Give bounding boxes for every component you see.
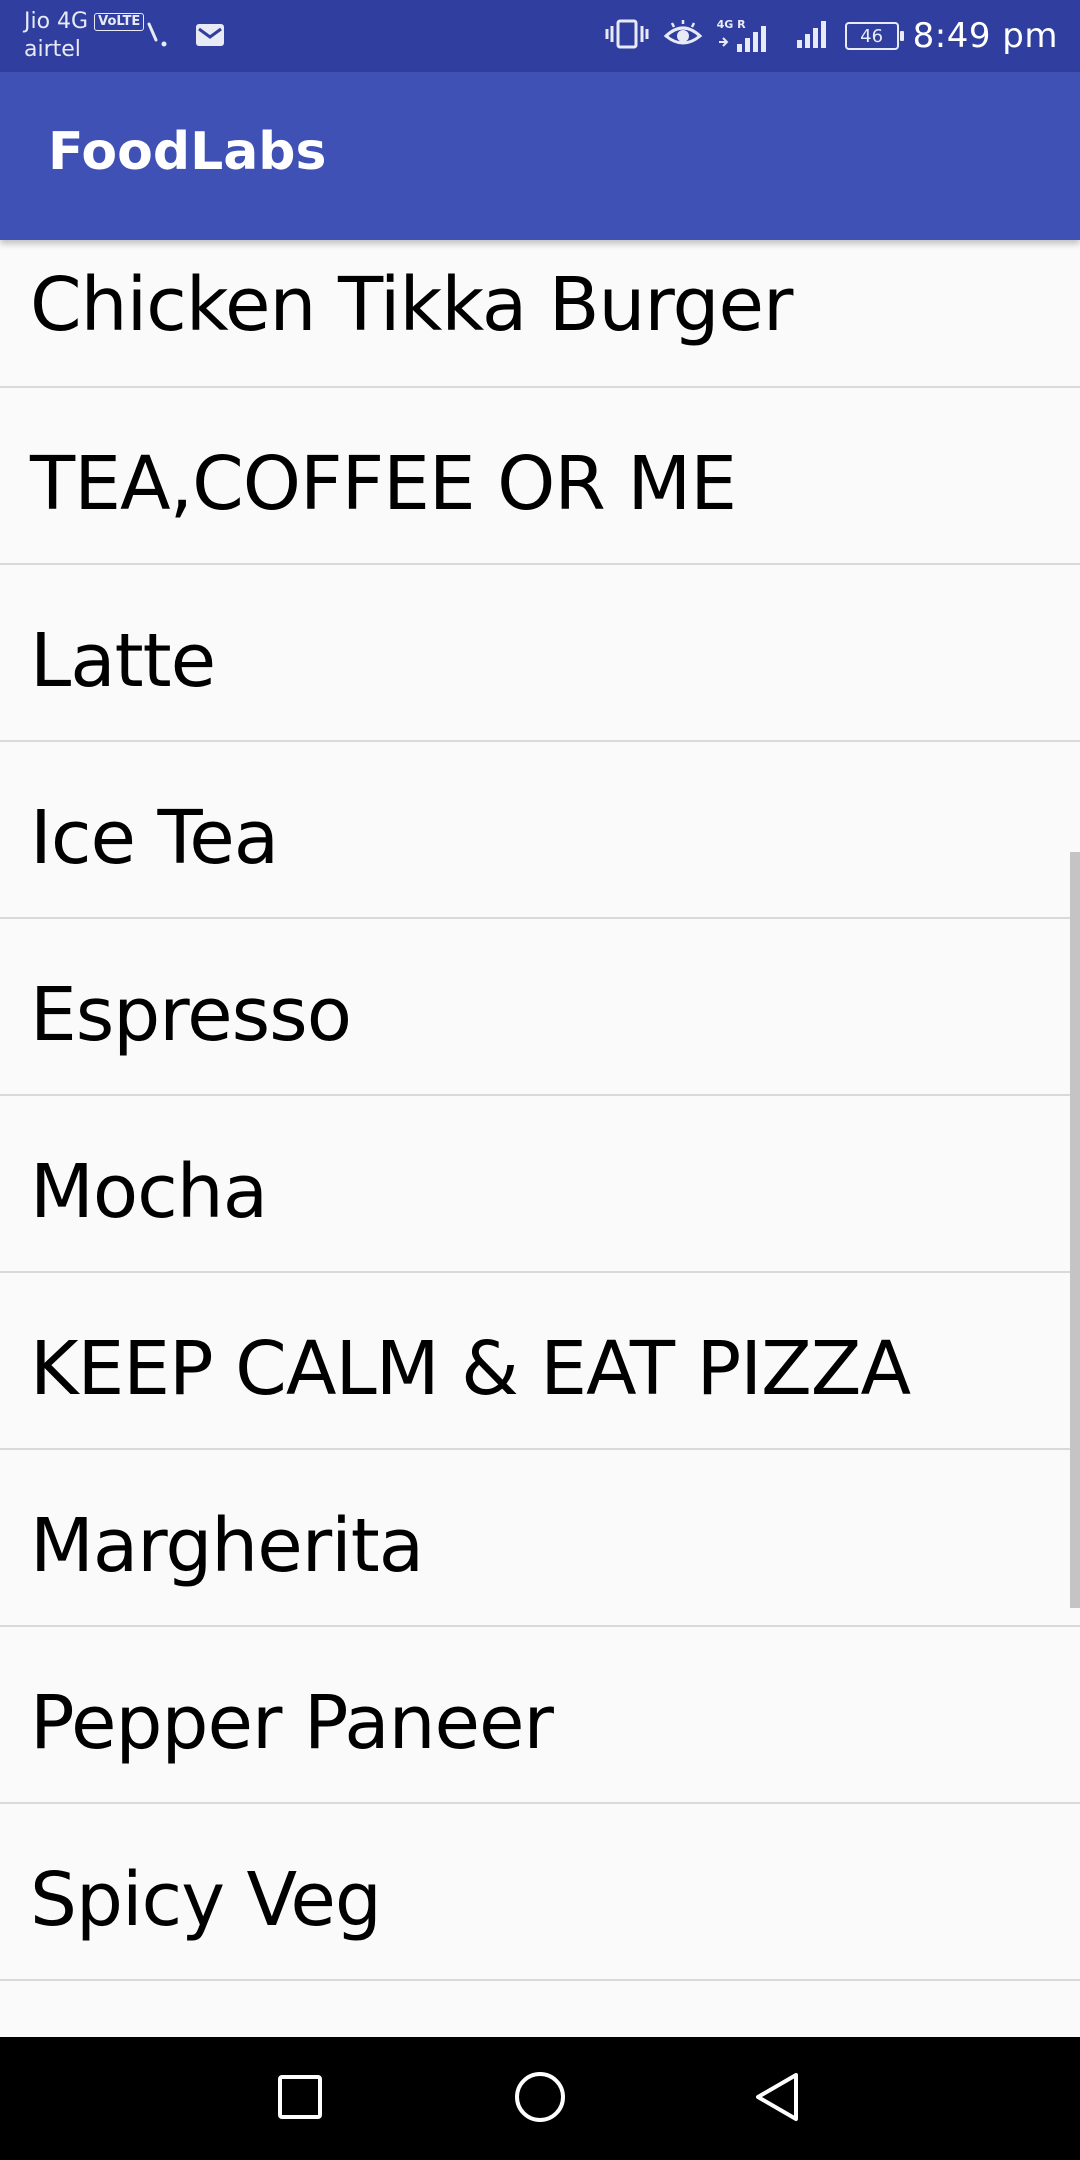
list-item[interactable]: Ice Tea [0,742,1080,919]
list-item-label: Spicy Veg [30,1857,382,1943]
back-button[interactable] [746,2067,810,2131]
status-time: 8:49 pm [912,16,1058,56]
carrier-secondary: airtel [24,37,81,62]
list-item-label: Espresso [30,972,352,1058]
list-item[interactable]: Chicken Tikka Burger [0,240,1080,388]
signal-icon [795,18,831,54]
list-item[interactable]: Margherita [0,1450,1080,1627]
volte-badge: VoLTE [94,13,145,31]
recents-button[interactable] [268,2067,332,2131]
navigation-bar [0,2037,1080,2160]
list-item[interactable]: Pepper Paneer [0,1627,1080,1804]
system-status-icons: 4G R 46 8:49 pm [605,14,1058,58]
list-item-label: Ice Tea [30,795,279,881]
app-title: FoodLabs [48,122,327,182]
carrier-info: Jio 4G VoLTE airtel [24,8,145,64]
scrollbar[interactable] [1070,852,1080,1608]
list-item[interactable]: Spicy Veg [0,1804,1080,1981]
list-item-label: Margherita [30,1503,424,1589]
eye-comfort-icon [663,18,703,54]
missed-call-icon [146,20,172,54]
vibrate-icon [605,18,649,54]
list-item-label: KEEP CALM & EAT PIZZA [30,1326,911,1412]
list-item-label: Mocha [30,1149,268,1235]
status-bar: Jio 4G VoLTE airtel 4G R 46 8:49 pm [0,0,1080,72]
notification-icons [146,20,226,54]
square-icon [276,2073,324,2125]
circle-icon [512,2069,568,2129]
list-item[interactable]: Mocha [0,1096,1080,1273]
list-item-label: Latte [30,618,216,704]
email-icon [194,22,226,52]
list-item[interactable]: TEA,COFFEE OR ME [0,388,1080,565]
network-signal-icon: 4G R [717,18,773,54]
list-item[interactable]: Espresso [0,919,1080,1096]
menu-list[interactable]: Chicken Tikka Burger TEA,COFFEE OR ME La… [0,240,1080,2037]
list-item[interactable]: KEEP CALM & EAT PIZZA [0,1273,1080,1450]
home-button[interactable] [508,2067,572,2131]
list-item-label: Chicken Tikka Burger [30,262,793,348]
list-item-label: TEA,COFFEE OR ME [30,441,737,527]
list-item-label: Pepper Paneer [30,1680,554,1766]
app-bar: FoodLabs [0,72,1080,240]
carrier-primary: Jio 4G [24,9,89,34]
battery-level: 46 [860,25,884,47]
list-item[interactable]: Latte [0,565,1080,742]
back-triangle-icon [752,2069,804,2129]
battery-icon: 46 [844,22,904,50]
